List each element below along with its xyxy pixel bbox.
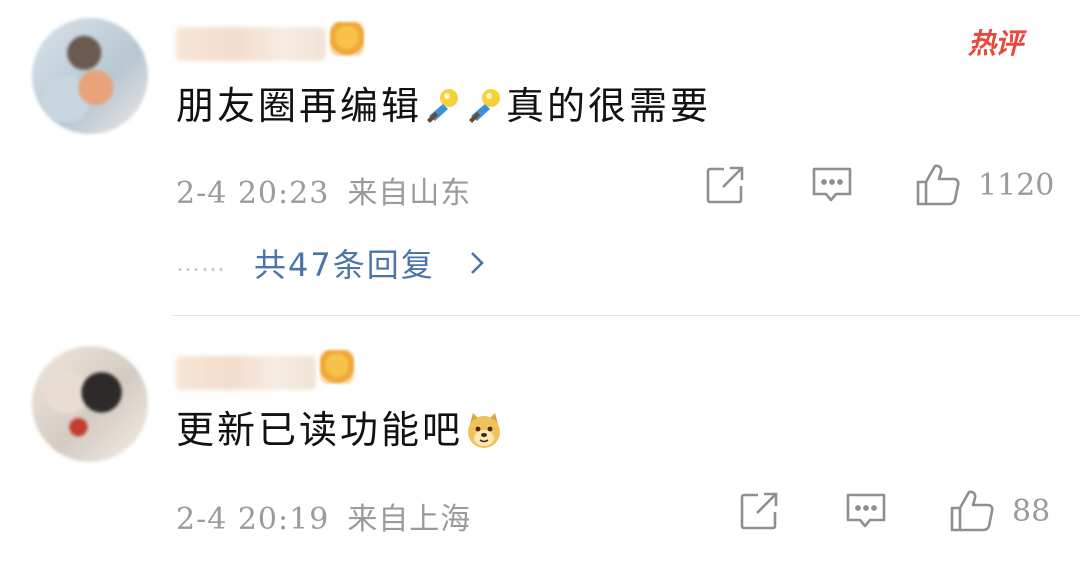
comment-text-part: 更新已读功能吧 xyxy=(176,408,464,452)
like-button[interactable]: 88 xyxy=(948,488,1050,534)
location: 来自上海 xyxy=(347,502,472,537)
comment-button[interactable] xyxy=(844,490,888,532)
comment-meta: 2-4 20:19 来自上海 xyxy=(176,494,471,538)
timestamp: 2-4 20:19 xyxy=(176,502,330,537)
comment-item: 更新已读功能吧 2-4 20:19 来自上海 88 xyxy=(0,0,1080,566)
doge-emoji-icon xyxy=(468,413,501,448)
comment-icon xyxy=(846,493,886,528)
like-count: 88 xyxy=(1012,493,1051,529)
share-button[interactable] xyxy=(738,490,780,532)
thumbs-up-icon xyxy=(950,490,994,532)
comment-text: 更新已读功能吧 xyxy=(176,410,505,450)
share-icon xyxy=(740,492,778,530)
username-blurred[interactable] xyxy=(176,356,316,390)
avatar[interactable] xyxy=(32,346,148,462)
vip-badge-icon xyxy=(320,350,354,384)
